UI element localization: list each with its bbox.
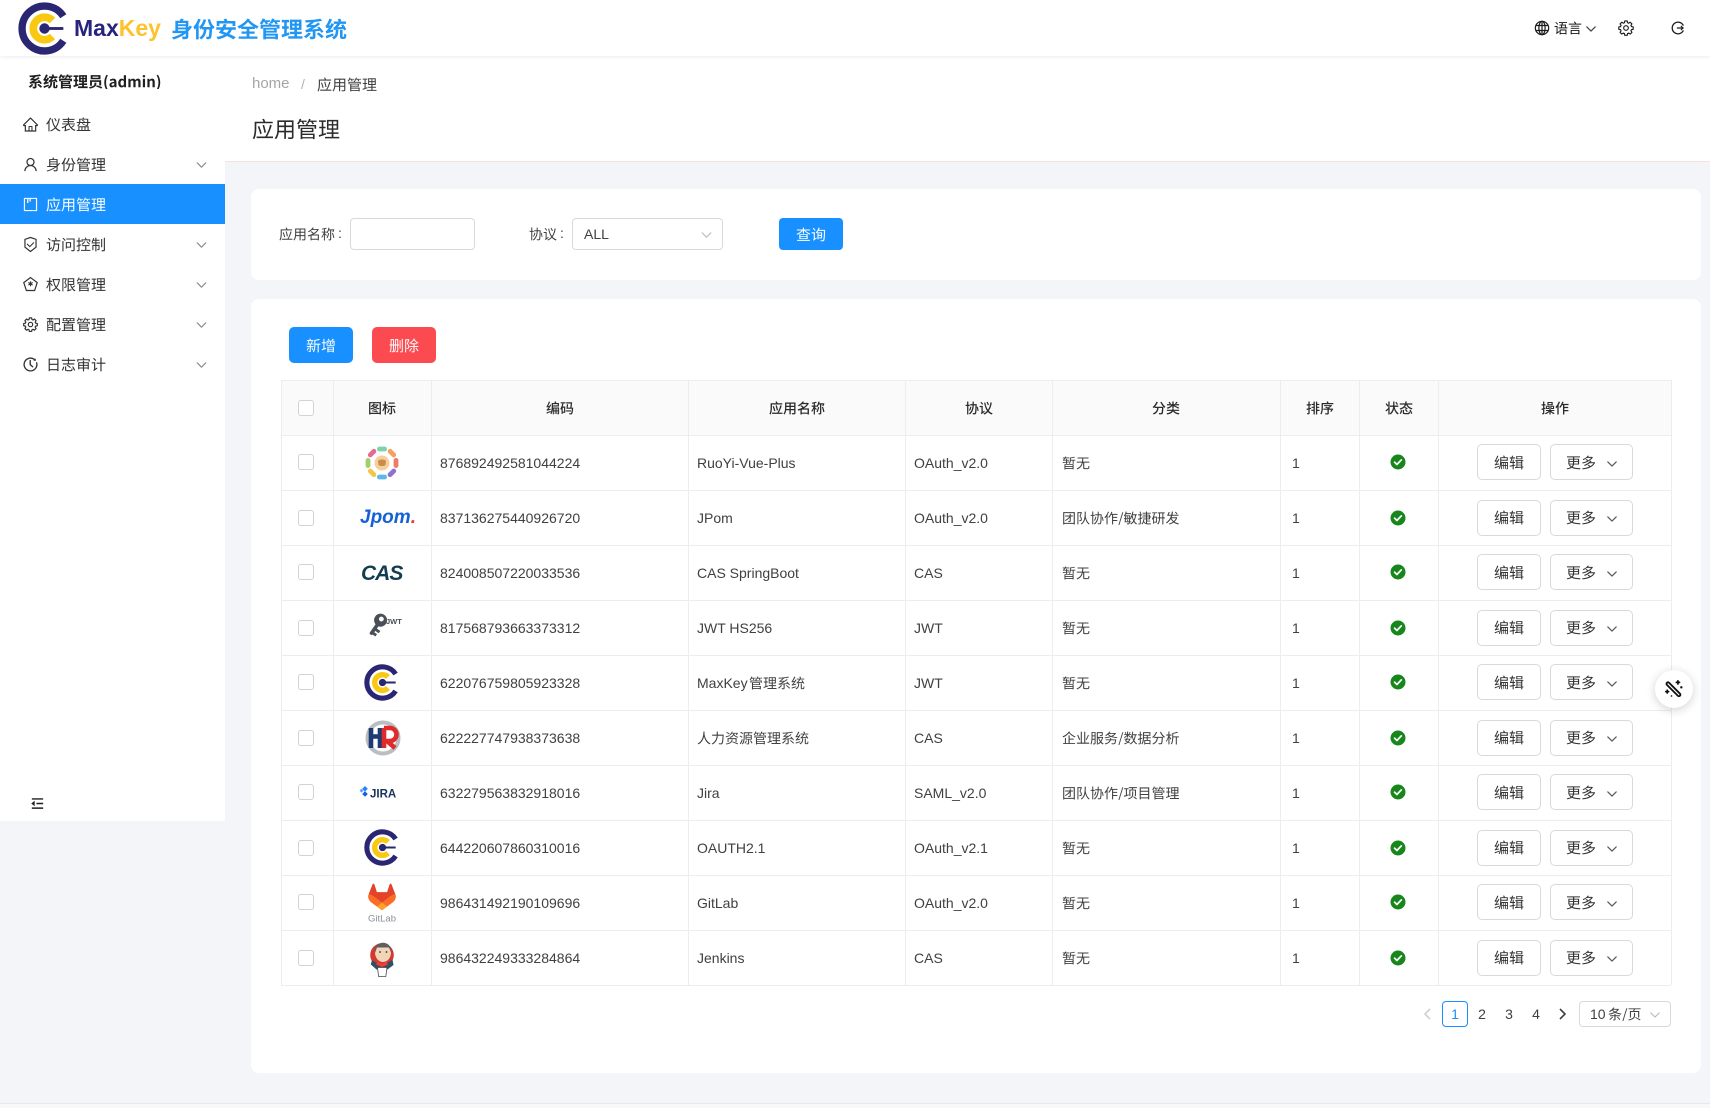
svg-text:JIRA: JIRA	[370, 788, 396, 800]
svg-text:GitLab: GitLab	[368, 913, 396, 924]
svg-text:JWT: JWT	[386, 617, 402, 626]
